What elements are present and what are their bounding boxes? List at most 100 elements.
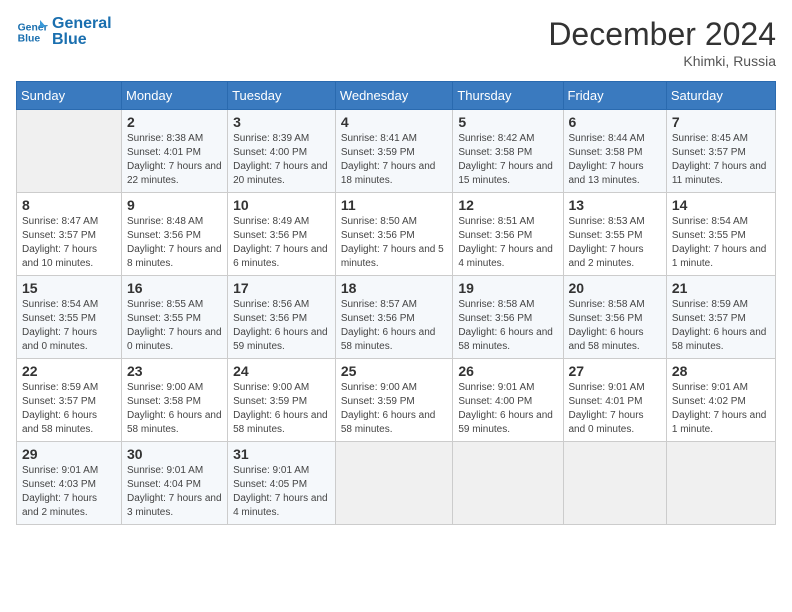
col-friday: Friday (563, 82, 666, 110)
day-info: Sunrise: 9:00 AMSunset: 3:59 PMDaylight:… (341, 381, 448, 437)
day-info: Sunrise: 8:53 AMSunset: 3:55 PMDaylight:… (569, 215, 661, 271)
day-info: Sunrise: 9:01 AMSunset: 4:04 PMDaylight:… (127, 464, 222, 520)
day-info: Sunrise: 8:55 AMSunset: 3:55 PMDaylight:… (127, 298, 222, 354)
day-number: 30 (127, 446, 222, 462)
logo: General Blue General Blue (16, 16, 112, 48)
day-info: Sunrise: 9:01 AMSunset: 4:05 PMDaylight:… (233, 464, 330, 520)
day-info: Sunrise: 9:00 AMSunset: 3:58 PMDaylight:… (127, 381, 222, 437)
day-number: 4 (341, 114, 448, 130)
day-info: Sunrise: 8:45 AMSunset: 3:57 PMDaylight:… (672, 132, 770, 188)
day-info: Sunrise: 8:58 AMSunset: 3:56 PMDaylight:… (569, 298, 661, 354)
day-info: Sunrise: 8:48 AMSunset: 3:56 PMDaylight:… (127, 215, 222, 271)
day-number: 11 (341, 197, 448, 213)
calendar-cell (335, 442, 453, 525)
day-info: Sunrise: 8:54 AMSunset: 3:55 PMDaylight:… (672, 215, 770, 271)
calendar-week-row: 2Sunrise: 8:38 AMSunset: 4:01 PMDaylight… (17, 110, 776, 193)
col-monday: Monday (122, 82, 228, 110)
calendar-cell: 30 Sunrise: 9:01 AMSunset: 4:04 PMDayligh… (122, 442, 228, 525)
page-title: December 2024 (548, 16, 776, 53)
day-info: Sunrise: 9:01 AMSunset: 4:01 PMDaylight:… (569, 381, 661, 437)
day-number: 26 (458, 363, 557, 379)
calendar-body: 2Sunrise: 8:38 AMSunset: 4:01 PMDaylight… (17, 110, 776, 525)
day-number: 9 (127, 197, 222, 213)
day-number: 20 (569, 280, 661, 296)
day-number: 7 (672, 114, 770, 130)
day-number: 19 (458, 280, 557, 296)
calendar-week-row: 22 Sunrise: 8:59 AMSunset: 3:57 PMDayligh… (17, 359, 776, 442)
calendar-cell: 21 Sunrise: 8:59 AMSunset: 3:57 PMDayligh… (666, 276, 775, 359)
calendar-cell: 2Sunrise: 8:38 AMSunset: 4:01 PMDaylight… (122, 110, 228, 193)
logo-line1: General (52, 16, 112, 32)
day-info: Sunrise: 8:47 AMSunset: 3:57 PMDaylight:… (22, 215, 116, 271)
day-number: 8 (22, 197, 116, 213)
day-number: 15 (22, 280, 116, 296)
calendar-table: Sunday Monday Tuesday Wednesday Thursday… (16, 81, 776, 525)
calendar-cell: 16 Sunrise: 8:55 AMSunset: 3:55 PMDayligh… (122, 276, 228, 359)
day-info: Sunrise: 8:57 AMSunset: 3:56 PMDaylight:… (341, 298, 448, 354)
day-info: Sunrise: 8:58 AMSunset: 3:56 PMDaylight:… (458, 298, 557, 354)
day-info: Sunrise: 9:01 AMSunset: 4:03 PMDaylight:… (22, 464, 116, 520)
calendar-cell: 31 Sunrise: 9:01 AMSunset: 4:05 PMDayligh… (228, 442, 336, 525)
calendar-cell (563, 442, 666, 525)
calendar-cell: 10Sunrise: 8:49 AMSunset: 3:56 PMDayligh… (228, 193, 336, 276)
day-info: Sunrise: 8:51 AMSunset: 3:56 PMDaylight:… (458, 215, 557, 271)
calendar-cell (17, 110, 122, 193)
logo-line2: Blue (52, 32, 112, 48)
day-number: 21 (672, 280, 770, 296)
day-info: Sunrise: 9:01 AMSunset: 4:02 PMDaylight:… (672, 381, 770, 437)
calendar-cell: 12 Sunrise: 8:51 AMSunset: 3:56 PMDayligh… (453, 193, 563, 276)
day-number: 24 (233, 363, 330, 379)
calendar-cell: 17Sunrise: 8:56 AMSunset: 3:56 PMDayligh… (228, 276, 336, 359)
day-number: 18 (341, 280, 448, 296)
calendar-week-row: 29 Sunrise: 9:01 AMSunset: 4:03 PMDayligh… (17, 442, 776, 525)
calendar-cell: 5 Sunrise: 8:42 AMSunset: 3:58 PMDaylight… (453, 110, 563, 193)
calendar-cell: 7 Sunrise: 8:45 AMSunset: 3:57 PMDaylight… (666, 110, 775, 193)
calendar-cell: 13 Sunrise: 8:53 AMSunset: 3:55 PMDayligh… (563, 193, 666, 276)
calendar-cell: 22 Sunrise: 8:59 AMSunset: 3:57 PMDayligh… (17, 359, 122, 442)
day-info: Sunrise: 8:41 AMSunset: 3:59 PMDaylight:… (341, 132, 448, 188)
day-number: 28 (672, 363, 770, 379)
day-info: Sunrise: 8:59 AMSunset: 3:57 PMDaylight:… (672, 298, 770, 354)
calendar-cell: 27 Sunrise: 9:01 AMSunset: 4:01 PMDayligh… (563, 359, 666, 442)
day-number: 29 (22, 446, 116, 462)
day-number: 10 (233, 197, 330, 213)
day-number: 23 (127, 363, 222, 379)
calendar-cell: 15Sunrise: 8:54 AMSunset: 3:55 PMDayligh… (17, 276, 122, 359)
day-number: 22 (22, 363, 116, 379)
calendar-cell: 9 Sunrise: 8:48 AMSunset: 3:56 PMDaylight… (122, 193, 228, 276)
day-info: Sunrise: 8:59 AMSunset: 3:57 PMDaylight:… (22, 381, 116, 437)
calendar-cell: 8 Sunrise: 8:47 AMSunset: 3:57 PMDaylight… (17, 193, 122, 276)
day-number: 13 (569, 197, 661, 213)
calendar-cell: 26Sunrise: 9:01 AMSunset: 4:00 PMDayligh… (453, 359, 563, 442)
calendar-cell: 18 Sunrise: 8:57 AMSunset: 3:56 PMDayligh… (335, 276, 453, 359)
calendar-cell: 6 Sunrise: 8:44 AMSunset: 3:58 PMDaylight… (563, 110, 666, 193)
calendar-cell: 11Sunrise: 8:50 AMSunset: 3:56 PMDayligh… (335, 193, 453, 276)
col-saturday: Saturday (666, 82, 775, 110)
day-number: 6 (569, 114, 661, 130)
day-number: 17 (233, 280, 330, 296)
page-header: General Blue General Blue December 2024 … (16, 16, 776, 69)
calendar-week-row: 15Sunrise: 8:54 AMSunset: 3:55 PMDayligh… (17, 276, 776, 359)
day-number: 2 (127, 114, 222, 130)
day-info: Sunrise: 8:42 AMSunset: 3:58 PMDaylight:… (458, 132, 557, 188)
calendar-cell: 28 Sunrise: 9:01 AMSunset: 4:02 PMDayligh… (666, 359, 775, 442)
col-wednesday: Wednesday (335, 82, 453, 110)
page-subtitle: Khimki, Russia (548, 53, 776, 69)
header-row: Sunday Monday Tuesday Wednesday Thursday… (17, 82, 776, 110)
calendar-header: Sunday Monday Tuesday Wednesday Thursday… (17, 82, 776, 110)
day-number: 25 (341, 363, 448, 379)
day-number: 31 (233, 446, 330, 462)
day-info: Sunrise: 8:44 AMSunset: 3:58 PMDaylight:… (569, 132, 661, 188)
title-area: December 2024 Khimki, Russia (548, 16, 776, 69)
calendar-cell: 29 Sunrise: 9:01 AMSunset: 4:03 PMDayligh… (17, 442, 122, 525)
calendar-cell (453, 442, 563, 525)
calendar-cell: 20 Sunrise: 8:58 AMSunset: 3:56 PMDayligh… (563, 276, 666, 359)
day-number: 16 (127, 280, 222, 296)
calendar-cell: 25 Sunrise: 9:00 AMSunset: 3:59 PMDayligh… (335, 359, 453, 442)
day-number: 12 (458, 197, 557, 213)
calendar-cell: 3Sunrise: 8:39 AMSunset: 4:00 PMDaylight… (228, 110, 336, 193)
day-number: 27 (569, 363, 661, 379)
col-sunday: Sunday (17, 82, 122, 110)
day-number: 5 (458, 114, 557, 130)
col-thursday: Thursday (453, 82, 563, 110)
